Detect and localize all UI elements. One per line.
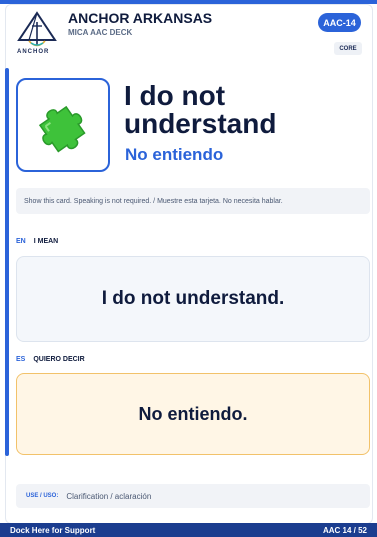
category-badge: CORE (334, 42, 362, 55)
card-code-badge: AAC-14 (318, 13, 361, 32)
use-label: USE / USO: (26, 493, 59, 499)
lang-code-en: EN (16, 238, 26, 245)
phrase-spanish: No entiendo (125, 145, 224, 164)
puzzle-piece-icon (38, 105, 86, 153)
lang-code-es: ES (16, 356, 26, 363)
english-header: EN I MEAN (16, 238, 58, 245)
logo-wordmark: ANCHOR (17, 49, 50, 55)
footer-bar: Dock Here for Support AAC 14 / 52 (0, 523, 377, 537)
use-row: USE / USO: Clarification / aclaración (16, 484, 370, 508)
spanish-phrase-box[interactable]: No entiendo. (16, 373, 370, 455)
symbol-tile (16, 78, 110, 172)
use-value: Clarification / aclaración (66, 491, 152, 501)
left-accent-stripe (5, 68, 9, 456)
support-dock-link[interactable]: Dock Here for Support (10, 526, 95, 535)
lang-label-es: QUIERO DECIR (33, 356, 85, 363)
phrase-english: I do not understand (124, 80, 277, 139)
instruction-note: Show this card. Speaking is not required… (16, 188, 370, 214)
lang-label-en: I MEAN (33, 238, 59, 245)
deck-subtitle: MICA AAC DECK (68, 28, 133, 37)
page-indicator: AAC 14 / 52 (322, 525, 367, 535)
spanish-header: ES QUIERO DECIR (16, 356, 85, 363)
brand-title: ANCHOR ARKANSAS (68, 10, 213, 26)
english-phrase-box[interactable]: I do not understand. (16, 256, 370, 342)
